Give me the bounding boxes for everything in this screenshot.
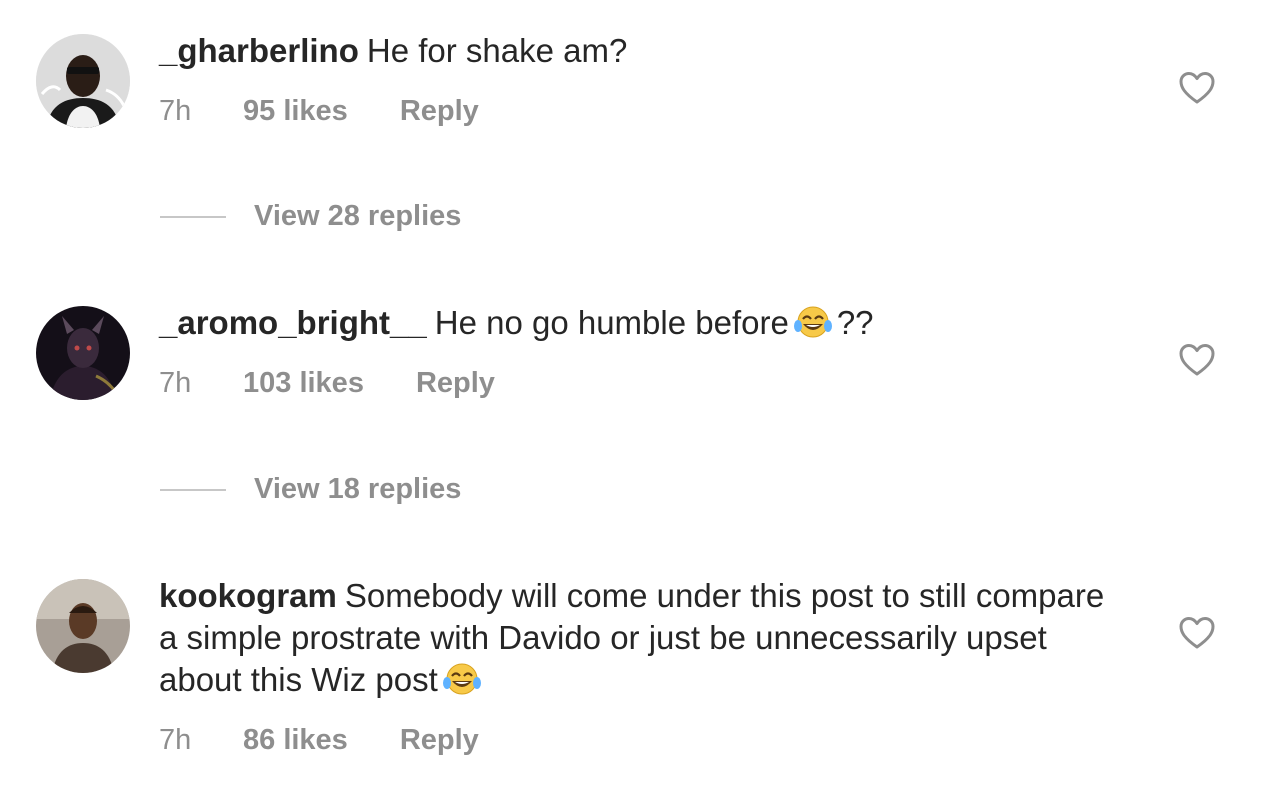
divider-line <box>160 215 226 218</box>
comment-likes[interactable]: 103 likes <box>243 367 364 400</box>
comment-meta: 7h 103 likes Reply <box>159 367 495 400</box>
comment-time: 7h <box>159 367 192 399</box>
comment-time: 7h <box>159 95 192 127</box>
comment-likes[interactable]: 86 likes <box>243 724 348 757</box>
comment-username[interactable]: _gharberlino <box>159 32 359 69</box>
comment-time: 7h <box>159 724 192 756</box>
reply-button[interactable]: Reply <box>400 724 479 757</box>
divider-line <box>160 488 226 491</box>
laughing-emoji-icon <box>793 304 833 340</box>
comment-body: He for shake am? <box>366 32 628 69</box>
heart-outline-icon[interactable] <box>1178 343 1216 377</box>
comment-text: kookogram Somebody will come under this p… <box>159 575 1119 701</box>
heart-outline-icon[interactable] <box>1178 71 1216 105</box>
view-replies-button[interactable]: View 28 replies <box>160 200 461 233</box>
comment-text: _aromo_bright__ He no go humble before?? <box>159 302 1119 344</box>
comment-username[interactable]: kookogram <box>159 577 337 614</box>
view-replies-label: View 18 replies <box>254 473 462 505</box>
comment-body: He no go humble before <box>434 304 789 341</box>
comment-username[interactable]: _aromo_bright__ <box>159 304 427 341</box>
view-replies-label: View 28 replies <box>254 200 462 232</box>
heart-outline-icon[interactable] <box>1178 616 1216 650</box>
avatar[interactable] <box>36 306 130 400</box>
comment-likes[interactable]: 95 likes <box>243 95 348 128</box>
avatar[interactable] <box>36 579 130 673</box>
reply-button[interactable]: Reply <box>400 95 479 128</box>
view-replies-button[interactable]: View 18 replies <box>160 473 461 506</box>
reply-button[interactable]: Reply <box>416 367 495 400</box>
comment-body-suffix: ?? <box>836 304 874 341</box>
avatar[interactable] <box>36 34 130 128</box>
comment-meta: 7h 95 likes Reply <box>159 95 479 128</box>
laughing-emoji-icon <box>442 661 482 697</box>
comment-text: _gharberlino He for shake am? <box>159 30 1119 72</box>
comment-meta: 7h 86 likes Reply <box>159 724 479 757</box>
